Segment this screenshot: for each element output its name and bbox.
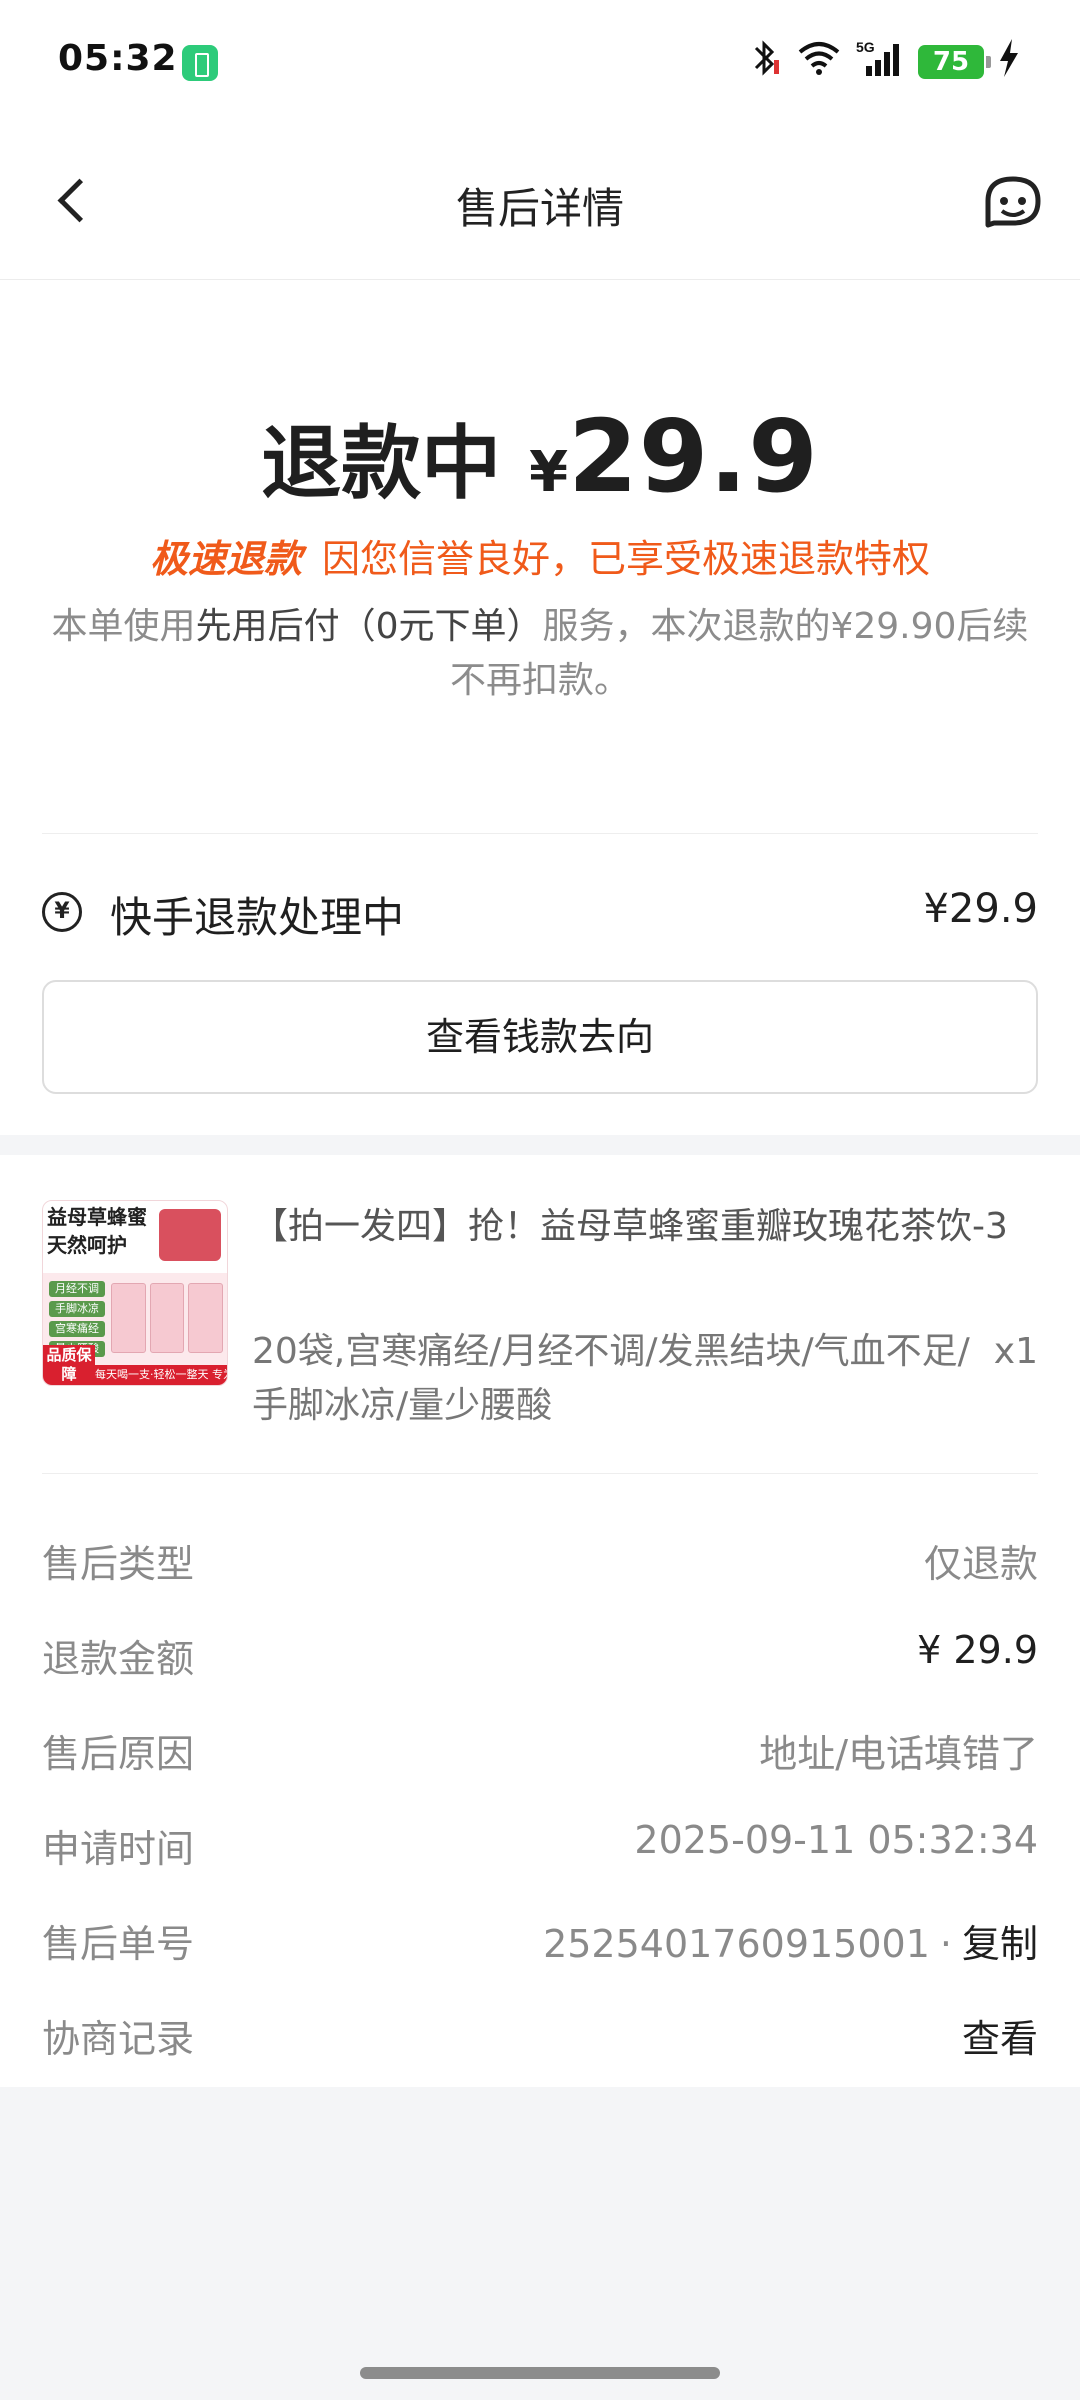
product-title[interactable]: 【拍一发四】抢！益母草蜂蜜重瓣玫瑰花茶饮-3 <box>252 1200 1038 1254</box>
info-row-amount: 退款金额 ¥ 29.9 <box>42 1608 1038 1703</box>
info-label: 退款金额 <box>42 1637 195 1681</box>
thumb-headline-1: 益母草蜂蜜 <box>47 1205 147 1229</box>
wifi-icon <box>796 40 842 84</box>
thumb-header: 益母草蜂蜜 天然呵护 <box>43 1201 227 1273</box>
info-row-type: 售后类型 仅退款 <box>42 1513 1038 1608</box>
info-value: 2525401760915001 · 复制 <box>543 1913 1038 1968</box>
info-value: 仅退款 <box>923 1542 1038 1586</box>
progress-label: 快手退款处理中 <box>110 893 405 942</box>
info-label: 申请时间 <box>42 1827 195 1871</box>
thumb-packages <box>111 1283 224 1353</box>
separator-dot: · <box>939 1922 952 1966</box>
divider <box>42 1473 1038 1474</box>
thumb-package <box>149 1283 185 1353</box>
thumb-quality-badge: 品质保障 <box>43 1345 95 1385</box>
fast-refund-text: 因您信誉良好，已享受极速退款特权 <box>322 537 931 581</box>
thumb-product-photo <box>159 1209 221 1261</box>
order-number: 2525401760915001 <box>543 1922 930 1966</box>
info-row-reason: 售后原因 地址/电话填错了 <box>42 1703 1038 1798</box>
battery-icon: 75 <box>918 45 991 79</box>
desc-prefix: 本单使用 <box>51 606 196 647</box>
copy-button[interactable]: 复制 <box>962 1922 1038 1966</box>
thumb-package <box>111 1283 146 1353</box>
product-spec: 20袋,宫寒痛经/月经不调/发黑结块/气血不足/手脚冰凉/量少腰酸 <box>252 1331 970 1426</box>
fast-refund-notice: 极速退款 因您信誉良好，已享受极速退款特权 <box>0 528 1080 583</box>
product-thumbnail[interactable]: 益母草蜂蜜 天然呵护 月经不调 手脚冰凉 宫寒痛经 量少腰酸 品质保障 每天喝一… <box>42 1200 228 1386</box>
refund-amount: 29.9 <box>568 398 819 515</box>
product-quantity: x1 <box>993 1331 1038 1372</box>
home-indicator[interactable] <box>360 2367 720 2379</box>
thumb-footer: 每天喝一支·轻松一整天 专为女性健康问题研发 <box>95 1365 227 1385</box>
customer-service-button[interactable] <box>980 169 1046 235</box>
cellular-signal-icon: 5G <box>856 38 904 86</box>
bluetooth-icon <box>748 38 782 86</box>
fast-refund-tag: 极速退款 <box>149 537 302 581</box>
view-negotiation-button[interactable]: 查看 <box>962 2008 1038 2063</box>
thumb-tag: 宫寒痛经 <box>49 1321 105 1337</box>
refund-status-text: 退款中 <box>261 417 502 510</box>
info-label: 协商记录 <box>42 2017 195 2061</box>
refund-status-heading: 退款中 ¥29.9 <box>0 398 1080 515</box>
info-row-time: 申请时间 2025-09-11 05:32:34 <box>42 1798 1038 1893</box>
svg-text:5G: 5G <box>856 39 875 55</box>
thumb-headline-2: 天然呵护 <box>47 1233 127 1257</box>
customer-service-icon <box>985 176 1041 228</box>
progress-amount: ¥29.9 <box>923 886 1038 932</box>
status-bar: 05:32 5G 75 <box>0 0 1080 125</box>
refund-summary-card: 退款中 ¥29.9 极速退款 因您信誉良好，已享受极速退款特权 本单使用先用后付（0… <box>0 280 1080 1135</box>
info-value: ¥ 29.9 <box>917 1628 1038 1672</box>
info-value: 地址/电话填错了 <box>759 1732 1038 1776</box>
info-label: 售后原因 <box>42 1732 195 1776</box>
charging-icon <box>998 38 1020 86</box>
after-sale-info-list: 售后类型 仅退款 退款金额 ¥ 29.9 售后原因 地址/电话填错了 申请时间 … <box>42 1513 1038 2083</box>
refund-description: 本单使用先用后付（0元下单）服务，本次退款的¥29.90后续不再扣款。 <box>44 600 1036 708</box>
page-title: 售后详情 <box>455 184 624 233</box>
after-sale-detail-card: 益母草蜂蜜 天然呵护 月经不调 手脚冰凉 宫寒痛经 量少腰酸 品质保障 每天喝一… <box>0 1155 1080 2087</box>
nav-bar: 售后详情 <box>0 125 1080 280</box>
after-sale-detail-page: 05:32 5G 75 售后详情 退款中 ¥29.9 极速退款 因您信誉良好，已… <box>0 0 1080 2400</box>
info-value: 2025-09-11 05:32:34 <box>634 1818 1038 1862</box>
divider <box>42 833 1038 834</box>
status-time: 05:32 <box>58 38 178 79</box>
status-icons: 5G 75 <box>748 38 1020 86</box>
currency-symbol: ¥ <box>529 440 569 505</box>
refund-progress-row: ¥ 快手退款处理中 ¥29.9 <box>42 870 1038 960</box>
desc-highlight: 先用后付（0元下单） <box>195 606 543 647</box>
info-label: 售后单号 <box>42 1922 195 1966</box>
info-row-order-number: 售后单号 2525401760915001 · 复制 <box>42 1893 1038 1988</box>
info-row-negotiation: 协商记录 查看 <box>42 1988 1038 2083</box>
track-money-button[interactable]: 查看钱款去向 <box>42 980 1038 1094</box>
info-label: 售后类型 <box>42 1542 195 1586</box>
yen-coin-icon: ¥ <box>42 892 82 932</box>
thumb-tag: 月经不调 <box>49 1281 105 1297</box>
thumb-package <box>188 1283 224 1353</box>
thumb-tag: 手脚冰凉 <box>49 1301 105 1317</box>
battery-saver-icon <box>182 45 218 81</box>
